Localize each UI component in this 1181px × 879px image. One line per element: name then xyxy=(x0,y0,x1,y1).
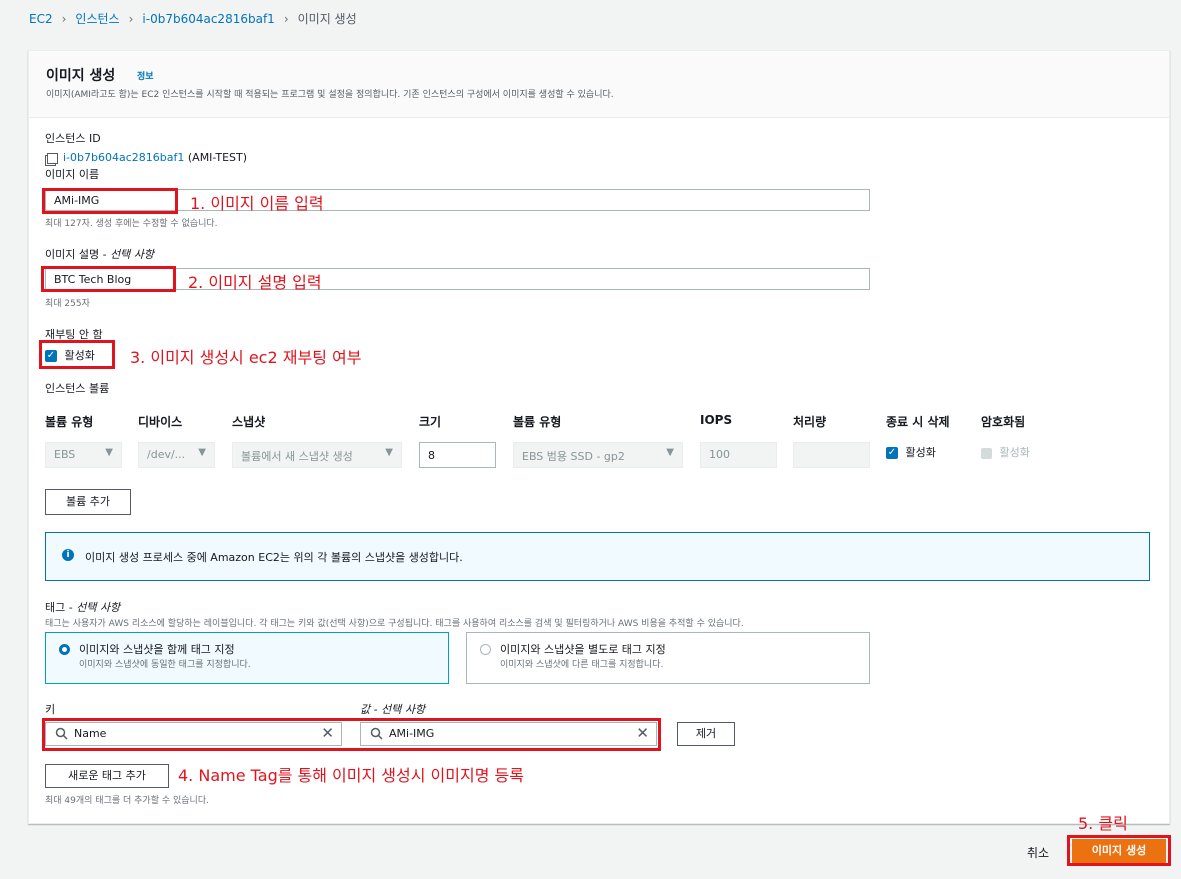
info-link[interactable]: 정보 xyxy=(137,69,154,82)
annotation-1: 1. 이미지 이름 입력 xyxy=(190,194,324,213)
tag-value-optional: 선택 사항 xyxy=(381,703,426,716)
copy-icon[interactable] xyxy=(47,152,58,164)
col-snapshot: 스냅샷 xyxy=(232,415,266,429)
tag-option-separate[interactable]: 이미지와 스냅샷을 별도로 태그 지정 이미지와 스냅샷에 다른 태그를 지정합… xyxy=(466,632,870,684)
instance-name: (AMI-TEST) xyxy=(184,151,248,164)
snapshot-value: 볼륨에서 새 스냅샷 생성 xyxy=(241,450,353,463)
breadcrumb-instance-id[interactable]: i-0b7b604ac2816baf1 xyxy=(142,12,274,26)
checkbox-disabled-icon xyxy=(981,447,992,459)
chevron-right-icon: › xyxy=(61,11,67,26)
tags-optional: 선택 사항 xyxy=(76,601,121,614)
tag-option-together-title: 이미지와 스냅샷을 함께 태그 지정 xyxy=(79,643,235,656)
tag-option-together-desc: 이미지와 스냅샷에 동일한 태그를 지정합니다. xyxy=(79,660,251,670)
device-value: /dev/... xyxy=(147,448,186,461)
instance-volumes-label: 인스턴스 볼륨 xyxy=(45,382,110,395)
tag-key-label: 키 xyxy=(45,703,56,716)
col-delete-on-termination: 종료 시 삭제 xyxy=(886,415,950,429)
volume-type-select: EBS ▼ xyxy=(45,442,122,468)
caret-down-icon: ▼ xyxy=(385,447,393,458)
tags-description: 태그는 사용자가 AWS 리소스에 할당하는 레이블입니다. 각 태그는 키와 … xyxy=(45,619,744,629)
instance-id-value: i-0b7b604ac2816baf1 (AMI-TEST) xyxy=(47,151,247,164)
caret-down-icon: ▼ xyxy=(105,447,113,458)
col-size: 크기 xyxy=(419,415,442,429)
cancel-link[interactable]: 취소 xyxy=(1027,844,1049,861)
image-desc-hint: 최대 255자 xyxy=(45,299,90,309)
annotation-3: 3. 이미지 생성시 ec2 재부팅 여부 xyxy=(130,348,362,367)
col-throughput: 처리량 xyxy=(793,415,827,429)
snapshot-notice-text: 이미지 생성 프로세스 중에 Amazon EC2는 위의 각 볼륨의 스냅샷을… xyxy=(85,551,463,564)
volume-size-value: 8 xyxy=(428,449,435,462)
annotation-5: 5. 클릭 xyxy=(1078,814,1128,833)
chevron-right-icon: › xyxy=(128,11,134,26)
add-volume-button[interactable]: 볼륨 추가 xyxy=(45,489,131,515)
create-image-panel: 이미지 생성 정보 이미지(AMI라고도 함)는 EC2 인스턴스를 시작할 때… xyxy=(28,50,1170,824)
page-title: 이미지 생성 xyxy=(46,68,116,84)
throughput-input xyxy=(793,442,870,468)
annotation-2: 2. 이미지 설명 입력 xyxy=(188,273,322,292)
tags-label-text: 태그 - xyxy=(45,601,77,614)
col-device: 디바이스 xyxy=(138,415,183,429)
image-desc-optional: 선택 사항 xyxy=(110,248,155,261)
caret-down-icon: ▼ xyxy=(666,447,674,458)
tag-option-separate-title: 이미지와 스냅샷을 별도로 태그 지정 xyxy=(500,643,666,656)
tag-value-label: 값 - 선택 사항 xyxy=(360,701,425,717)
delete-on-termination-label: 활성화 xyxy=(905,446,936,459)
tag-option-separate-desc: 이미지와 스냅샷에 다른 태그를 지정합니다. xyxy=(500,660,664,670)
breadcrumb-current: 이미지 생성 xyxy=(297,12,357,26)
iops-input: 100 xyxy=(700,442,777,468)
tags-limit-hint: 최대 49개의 태그를 더 추가할 수 있습니다. xyxy=(45,796,209,806)
ebs-type-value: EBS 범용 SSD - gp2 xyxy=(522,450,625,463)
caret-down-icon: ▼ xyxy=(198,447,206,458)
tags-label: 태그 - 선택 사항 xyxy=(45,599,120,615)
info-icon: i xyxy=(62,549,74,561)
col-volume-type: 볼륨 유형 xyxy=(45,415,94,429)
volume-type-value: EBS xyxy=(54,448,76,461)
delete-on-termination-checkbox[interactable]: ✓ 활성화 xyxy=(886,444,936,460)
annotation-box-2 xyxy=(41,266,176,292)
annotation-box-3 xyxy=(39,340,115,369)
encrypted-checkbox: 활성화 xyxy=(981,444,1030,460)
instance-id-label: 인스턴스 ID xyxy=(45,132,101,145)
chevron-right-icon: › xyxy=(283,11,289,26)
add-tag-button[interactable]: 새로운 태그 추가 xyxy=(45,764,169,788)
radio-unselected-icon xyxy=(480,644,491,655)
annotation-box-5 xyxy=(1067,835,1171,866)
remove-tag-button[interactable]: 제거 xyxy=(677,722,735,746)
panel-header: 이미지 생성 정보 이미지(AMI라고도 함)는 EC2 인스턴스를 시작할 때… xyxy=(29,51,1169,118)
snapshot-notice: i 이미지 생성 프로세스 중에 Amazon EC2는 위의 각 볼륨의 스냅… xyxy=(45,532,1150,581)
snapshot-select: 볼륨에서 새 스냅샷 생성 ▼ xyxy=(232,442,402,468)
radio-selected-icon xyxy=(59,644,70,655)
breadcrumb-instances[interactable]: 인스턴스 xyxy=(75,10,119,27)
image-name-label: 이미지 이름 xyxy=(45,168,100,181)
image-desc-label: 이미지 설명 - 선택 사항 xyxy=(45,246,154,262)
annotation-box-1 xyxy=(42,188,178,214)
breadcrumb: EC2 › 인스턴스 › i-0b7b604ac2816baf1 › 이미지 생… xyxy=(29,10,357,27)
page-description: 이미지(AMI라고도 함)는 EC2 인스턴스를 시작할 때 적용되는 프로그램… xyxy=(46,90,614,100)
ebs-type-select: EBS 범용 SSD - gp2 ▼ xyxy=(513,442,683,468)
col-volume-type-2: 볼륨 유형 xyxy=(513,415,562,429)
image-name-hint: 최대 127자. 생성 후에는 수정할 수 없습니다. xyxy=(45,219,218,229)
tag-value-label-text: 값 - xyxy=(360,703,382,716)
col-iops: IOPS xyxy=(700,413,733,427)
image-desc-label-text: 이미지 설명 - xyxy=(45,248,111,261)
annotation-box-4 xyxy=(42,718,661,751)
tag-option-together[interactable]: 이미지와 스냅샷을 함께 태그 지정 이미지와 스냅샷에 동일한 태그를 지정합… xyxy=(45,632,449,684)
instance-id-link[interactable]: i-0b7b604ac2816baf1 xyxy=(63,151,184,164)
device-select: /dev/... ▼ xyxy=(138,442,215,468)
volume-size-input[interactable]: 8 xyxy=(419,442,496,468)
iops-value: 100 xyxy=(709,448,730,461)
breadcrumb-ec2[interactable]: EC2 xyxy=(29,12,53,26)
annotation-4: 4. Name Tag를 통해 이미지 생성시 이미지명 등록 xyxy=(178,766,524,785)
col-encrypted: 암호화됨 xyxy=(981,415,1026,429)
encrypted-label: 활성화 xyxy=(999,446,1030,459)
checkbox-checked-icon: ✓ xyxy=(886,447,898,459)
